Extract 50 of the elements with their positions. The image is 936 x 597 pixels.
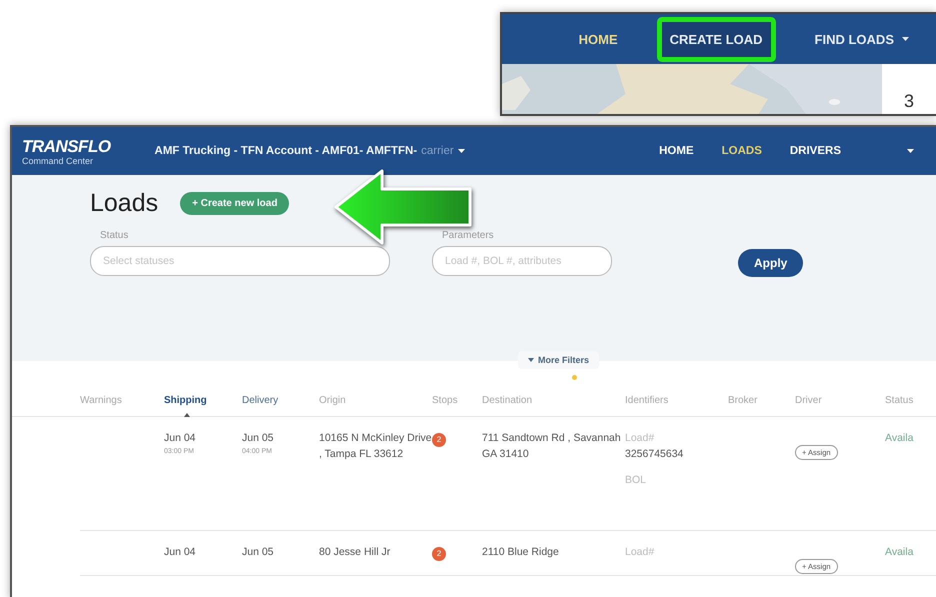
column-header: Warnings: [80, 395, 122, 406]
origin-address: 10165 N McKinley Drive , Tampa FL 33612: [319, 432, 432, 460]
field-label: Parameters: [441, 230, 495, 241]
nav-link[interactable]: DRIVERS: [790, 145, 841, 157]
date-text: Jun 04: [164, 546, 196, 558]
caret-icon: [902, 37, 909, 41]
field-label: Status: [99, 230, 130, 241]
origin-address: 80 Jesse Hill Jr: [319, 546, 390, 558]
page-title: Loads: [90, 189, 158, 218]
menu-caret-icon[interactable]: [907, 149, 914, 153]
stops-badge: 2: [432, 433, 446, 447]
destination-address: 711 Sandtown Rd , Savannah GA 31410: [482, 432, 621, 460]
nav-link[interactable]: FIND LOADS: [802, 16, 922, 62]
destination-address: 2110 Blue Ridge: [482, 546, 559, 558]
brand-subtitle: Command Center: [22, 156, 94, 166]
nav-link[interactable]: LOADS: [722, 145, 762, 157]
identifier-label: BOL: [625, 472, 648, 488]
status-text: Availa: [885, 546, 914, 558]
nav-link[interactable]: HOME: [659, 145, 694, 157]
stops-badge: 2: [432, 547, 446, 561]
identifier-label: Load#: [625, 545, 656, 560]
column-header: Destination: [482, 395, 532, 406]
indicator-dot: [572, 375, 577, 380]
status-text: Availa: [885, 432, 914, 444]
column-header: Origin: [319, 395, 346, 406]
brand-logo: TRANSFLO: [22, 136, 111, 156]
identifier-value: 3256745634: [625, 446, 684, 462]
account-role: carrier: [421, 145, 454, 157]
nav-link[interactable]: CREATE LOAD: [656, 16, 776, 62]
sort-icon: [184, 413, 190, 417]
date-text: Jun 05: [242, 432, 274, 444]
account-name: AMF Trucking - TFN Account - AMF01- AMFTFN-: [154, 145, 418, 157]
column-header: Identifiers: [625, 395, 668, 406]
column-header: Stops: [432, 395, 458, 406]
column-header: Driver: [795, 395, 822, 406]
input-field[interactable]: Load #, BOL #, attributes: [432, 246, 612, 276]
caret-icon: [528, 358, 534, 362]
column-header[interactable]: Shipping: [164, 395, 207, 406]
date-text: Jun 05: [242, 546, 274, 558]
nav-link[interactable]: HOME: [566, 16, 631, 62]
column-header: Broker: [728, 395, 758, 406]
column-header[interactable]: Delivery: [242, 395, 278, 406]
count-text: 3: [904, 92, 914, 110]
date-text: Jun 04: [164, 432, 196, 444]
apply-button[interactable]: Apply: [738, 249, 804, 277]
more-filters-button[interactable]: More Filters: [518, 351, 600, 369]
column-header: Status: [885, 395, 914, 406]
caret-icon[interactable]: [458, 149, 465, 153]
identifier-label: Load#: [625, 431, 656, 446]
input-field[interactable]: Select statuses: [90, 246, 390, 276]
